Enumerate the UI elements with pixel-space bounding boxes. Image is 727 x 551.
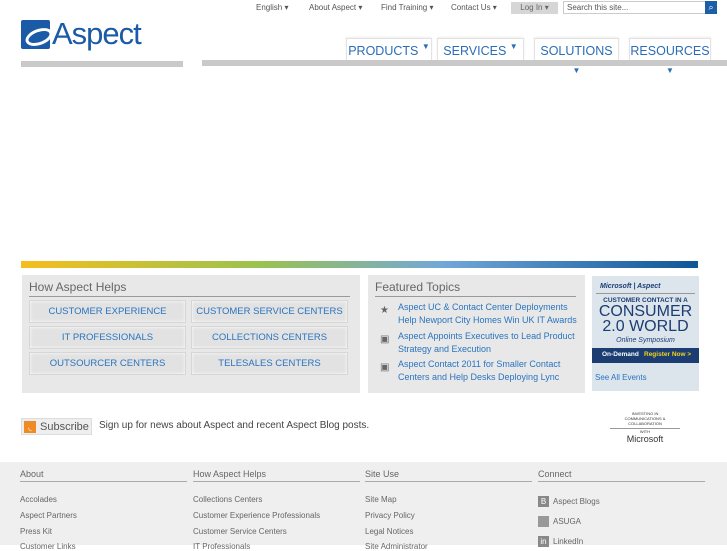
footer-link[interactable]: Legal Notices [365, 527, 413, 536]
nav-label: RESOURCES [630, 44, 710, 58]
footer-link[interactable]: IT Professionals [193, 542, 250, 551]
nav-label: SOLUTIONS [540, 44, 613, 58]
login-button[interactable]: Log In ▾ [511, 2, 558, 14]
caret-down-icon: ▼ [572, 66, 581, 75]
footer-link[interactable]: Collections Centers [193, 495, 262, 504]
news-icon: ▣ [380, 334, 390, 345]
ad-ondemand: On-Demand [602, 351, 639, 358]
footer-link[interactable]: Customer Links [20, 542, 76, 551]
outsourcer-centers-button[interactable]: OUTSOURCER CENTERS [29, 352, 186, 375]
consumer-world-ad[interactable]: Microsoft | Aspect CUSTOMER CONTACT IN A… [592, 276, 699, 391]
footer [0, 462, 727, 545]
contact-us-menu[interactable]: Contact Us ▾ [451, 3, 497, 12]
caret-down-icon: ▼ [666, 66, 674, 75]
divider [20, 481, 187, 482]
find-training-menu[interactable]: Find Training ▾ [381, 3, 433, 12]
search-icon[interactable]: ⌕ [705, 1, 717, 14]
footer-link[interactable]: Aspect Partners [20, 511, 77, 520]
aspect-logo[interactable]: Aspect [21, 16, 142, 52]
logo-text: Aspect [52, 16, 142, 51]
ad-line: 2.0 WORLD [602, 318, 689, 335]
divider [596, 293, 695, 294]
footer-link[interactable]: Privacy Policy [365, 511, 415, 520]
divider [365, 481, 532, 482]
footer-link[interactable]: Accolades [20, 495, 57, 504]
footer-heading: Connect [538, 469, 572, 479]
featured-topic-link[interactable]: Aspect Contact 2011 for Smaller Contact … [398, 358, 578, 383]
star-icon: ★ [380, 305, 389, 316]
caret-down-icon: ▼ [509, 42, 518, 51]
customer-service-centers-button[interactable]: CUSTOMER SERVICE CENTERS [191, 300, 348, 323]
featured-topic-link[interactable]: Aspect UC & Contact Center Deployments H… [398, 301, 578, 326]
badge-text: COMMUNICATIONS & COLLABORATION [624, 416, 666, 426]
linkedin-icon: in [538, 536, 549, 547]
nav-label: PRODUCTS [348, 44, 419, 58]
asuga-link[interactable]: ASUGA [553, 517, 581, 526]
divider [193, 481, 360, 482]
footer-link[interactable]: Press Kit [20, 527, 52, 536]
divider [29, 296, 350, 297]
badge-text: Microsoft [626, 434, 664, 444]
about-aspect-menu[interactable]: About Aspect ▾ [309, 3, 362, 12]
customer-experience-button[interactable]: CUSTOMER EXPERIENCE [29, 300, 186, 323]
color-gradient-bar [21, 261, 698, 268]
footer-link[interactable]: Site Map [365, 495, 397, 504]
divider [21, 61, 183, 67]
divider [202, 60, 727, 66]
blog-icon: B [538, 496, 549, 507]
caret-down-icon: ▼ [421, 42, 430, 51]
divider [538, 481, 705, 482]
footer-heading: Site Use [365, 469, 400, 479]
rss-icon: ◟ [24, 421, 36, 433]
see-all-events-link[interactable]: See All Events [595, 373, 647, 382]
subscribe-text: Sign up for news about Aspect and recent… [99, 420, 370, 431]
ad-brands: Microsoft | Aspect [600, 283, 661, 290]
asuga-icon [538, 516, 549, 527]
divider [375, 296, 576, 297]
nav-label: SERVICES [443, 44, 507, 58]
featured-topic-link[interactable]: Aspect Appoints Executives to Lead Produ… [398, 330, 578, 355]
footer-heading: About [20, 469, 44, 479]
aspect-blogs-link[interactable]: Aspect Blogs [553, 497, 600, 506]
footer-link[interactable]: Customer Service Centers [193, 527, 287, 536]
subscribe-label: Subscribe [40, 421, 89, 433]
footer-heading: How Aspect Helps [193, 469, 267, 479]
telesales-centers-button[interactable]: TELESALES CENTERS [191, 352, 348, 375]
it-professionals-button[interactable]: IT PROFESSIONALS [29, 326, 186, 349]
aspect-logo-mark-icon [21, 19, 50, 49]
nav-products[interactable]: PRODUCTS ▼ [346, 38, 432, 60]
register-now-link[interactable]: Register Now > [644, 351, 691, 358]
microsoft-partner-badge: INVESTING IN COMMUNICATIONS & COLLABORAT… [610, 411, 680, 444]
nav-resources[interactable]: RESOURCES ▼ [629, 38, 711, 75]
featured-topics-title: Featured Topics [375, 280, 461, 294]
nav-solutions[interactable]: SOLUTIONS ▼ [534, 38, 619, 75]
subscribe-button[interactable]: ◟ Subscribe [21, 418, 92, 435]
news-icon: ▣ [380, 362, 390, 373]
nav-services[interactable]: SERVICES ▼ [437, 38, 524, 60]
footer-link[interactable]: Customer Experience Professionals [193, 511, 320, 520]
how-aspect-helps-title: How Aspect Helps [29, 280, 127, 294]
english-menu[interactable]: English ▾ [256, 3, 288, 12]
ad-banner: On-Demand Register Now > [592, 348, 699, 363]
ad-line: Online Symposium [616, 337, 675, 344]
collections-centers-button[interactable]: COLLECTIONS CENTERS [191, 326, 348, 349]
footer-link[interactable]: Site Administrator [365, 542, 428, 551]
search-input[interactable]: Search this site... [563, 1, 717, 14]
